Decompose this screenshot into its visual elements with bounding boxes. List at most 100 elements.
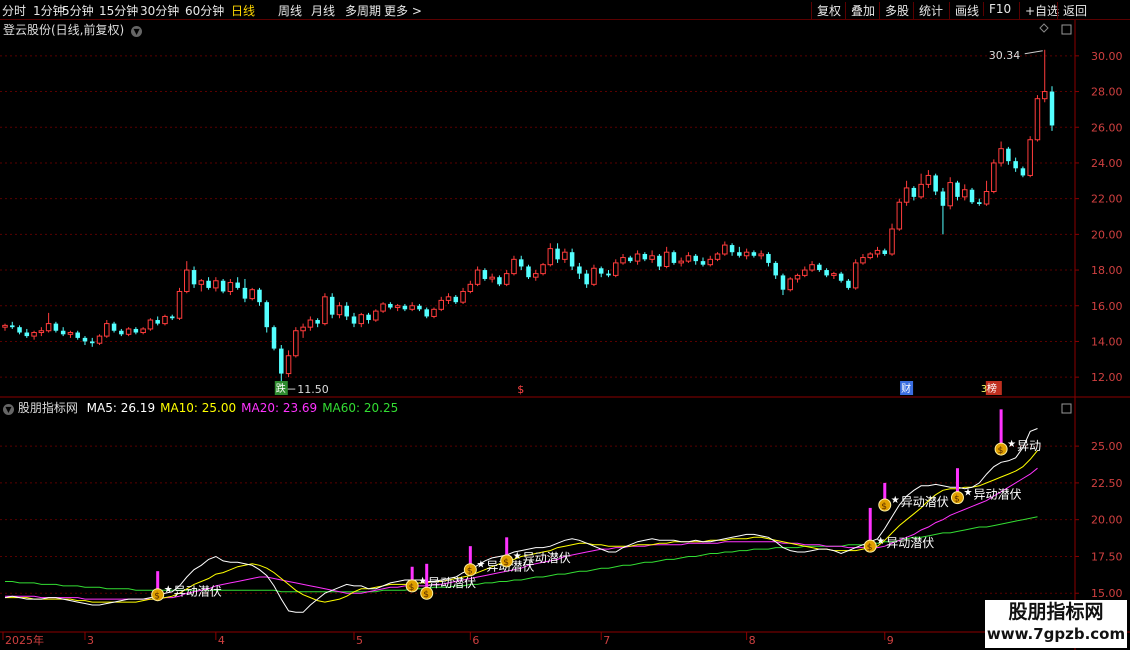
toolbar-button-4[interactable]: 画线 <box>949 2 979 19</box>
signal-bar <box>868 507 872 541</box>
high-price-label: 30.34 <box>989 49 1021 62</box>
signal-star-icon: ★ <box>513 551 522 562</box>
candle-body <box>809 264 815 271</box>
x-axis-label: 5 <box>356 634 363 647</box>
x-axis-label: 8 <box>749 634 756 647</box>
candle-body <box>322 296 328 325</box>
high-arrow-line <box>1024 50 1043 55</box>
period-tab-4[interactable]: 30分钟 <box>140 2 179 19</box>
period-tab-10[interactable]: 更多 > <box>384 2 422 19</box>
period-tab-8[interactable]: 月线 <box>311 2 335 19</box>
candle-body <box>409 305 415 310</box>
toolbar-button-3[interactable]: 统计 <box>913 2 943 19</box>
candle-body <box>802 269 808 276</box>
price-tick-label: 22.00 <box>1091 193 1123 206</box>
indicator-title: 股朋指标网 <box>17 401 78 415</box>
candle-body <box>257 289 262 303</box>
period-tab-2[interactable]: 5分钟 <box>62 2 94 19</box>
candle-body <box>526 266 531 278</box>
event-marker-text: $ <box>517 383 524 396</box>
money-bag-glyph: $ <box>954 495 960 505</box>
indicator-dropdown-icon[interactable]: ▼ <box>3 404 14 415</box>
candle-body <box>860 257 866 264</box>
money-bag-glyph: $ <box>409 583 415 593</box>
candle-body <box>577 266 582 274</box>
candle-body <box>874 249 881 255</box>
period-tab-3[interactable]: 15分钟 <box>99 2 138 19</box>
candle-body <box>17 327 22 333</box>
candle-body <box>155 320 160 324</box>
candle-body <box>569 252 575 267</box>
period-tab-6[interactable]: 日线 <box>231 2 255 19</box>
candle-body <box>882 250 888 254</box>
event-marker-text: 财 <box>901 382 911 395</box>
toolbar-button-7[interactable]: 返回 <box>1057 2 1087 19</box>
title-dropdown-icon[interactable]: ▼ <box>131 26 143 37</box>
price-tick-label: 28.00 <box>1091 86 1123 99</box>
candle-body <box>394 305 401 309</box>
period-tab-9[interactable]: 多周期 <box>345 2 381 19</box>
signal-bar <box>999 409 1003 444</box>
candle-body <box>307 319 314 328</box>
ma-line-ma20 <box>5 467 1038 600</box>
candle-body <box>140 328 146 334</box>
ma-label-2: MA20: 23.69 <box>241 401 318 415</box>
period-tab-5[interactable]: 60分钟 <box>185 2 224 19</box>
candle-body <box>1020 168 1026 176</box>
candle-body <box>380 303 386 312</box>
indicator-tick-label: 22.50 <box>1091 477 1123 490</box>
candle-body <box>947 182 953 207</box>
stock-title: 登云股份(日线,前复权) <box>3 23 125 37</box>
indicator-tick-label: 15.00 <box>1091 587 1123 600</box>
period-tab-7[interactable]: 周线 <box>278 2 302 19</box>
candle-body <box>533 273 539 278</box>
x-axis-label: 9 <box>887 634 894 647</box>
ma-label-0: MA5: 26.19 <box>86 401 156 415</box>
toolbar-button-5[interactable]: F10 <box>983 2 1011 16</box>
candle-body <box>329 296 335 315</box>
candle-body <box>933 175 938 192</box>
candle-body <box>671 252 677 263</box>
toolbar-button-1[interactable]: 叠加 <box>845 2 875 19</box>
money-bag-glyph: $ <box>423 590 429 600</box>
toolbar: 分时 1分钟 5分钟 15分钟 30分钟 60分钟 日线 周线 月线 多周期 更多 > 复权 叠加 多股统… <box>0 0 1130 20</box>
candle-body <box>773 262 778 276</box>
candle-body <box>969 189 975 203</box>
candle-body <box>991 162 997 193</box>
candle-body <box>1034 98 1041 141</box>
toolbar-button-0[interactable]: 复权 <box>811 2 841 19</box>
candle-body <box>285 355 292 375</box>
candle-body <box>838 273 844 281</box>
x-axis-label: 4 <box>218 634 225 647</box>
signal-label: 异动潜伏 <box>886 536 934 550</box>
candle-body <box>242 287 248 299</box>
candle-body <box>903 187 910 203</box>
candle-body <box>191 270 197 285</box>
period-tab-0[interactable]: 分时 <box>2 2 26 19</box>
candle-body <box>2 324 8 328</box>
candle-body <box>351 316 357 324</box>
candle-body <box>685 255 692 262</box>
money-bag-glyph: $ <box>154 592 160 602</box>
ma-label-1: MA10: 25.00 <box>160 401 237 415</box>
candle-body <box>707 258 714 266</box>
candle-body <box>424 309 429 317</box>
toolbar-button-6[interactable]: +自选 <box>1019 2 1059 19</box>
candle-body <box>75 332 80 338</box>
event-marker-text: 跌 <box>276 382 286 395</box>
candle-body <box>1013 161 1018 169</box>
candle-body <box>482 270 488 279</box>
candle-body <box>467 283 474 292</box>
signal-label: 异动潜伏 <box>523 551 571 565</box>
candle-body <box>634 253 641 262</box>
candle-body <box>584 273 589 285</box>
candle-body <box>977 202 982 205</box>
candle-body <box>119 330 124 335</box>
candle-body <box>388 303 393 308</box>
period-tab-1[interactable]: 1分钟 <box>33 2 65 19</box>
signal-star-icon: ★ <box>164 585 173 596</box>
signal-bar <box>156 571 160 589</box>
toolbar-button-2[interactable]: 多股 <box>879 2 909 19</box>
price-tick-label: 16.00 <box>1091 300 1123 313</box>
indicator-tick-label: 25.00 <box>1091 440 1123 453</box>
